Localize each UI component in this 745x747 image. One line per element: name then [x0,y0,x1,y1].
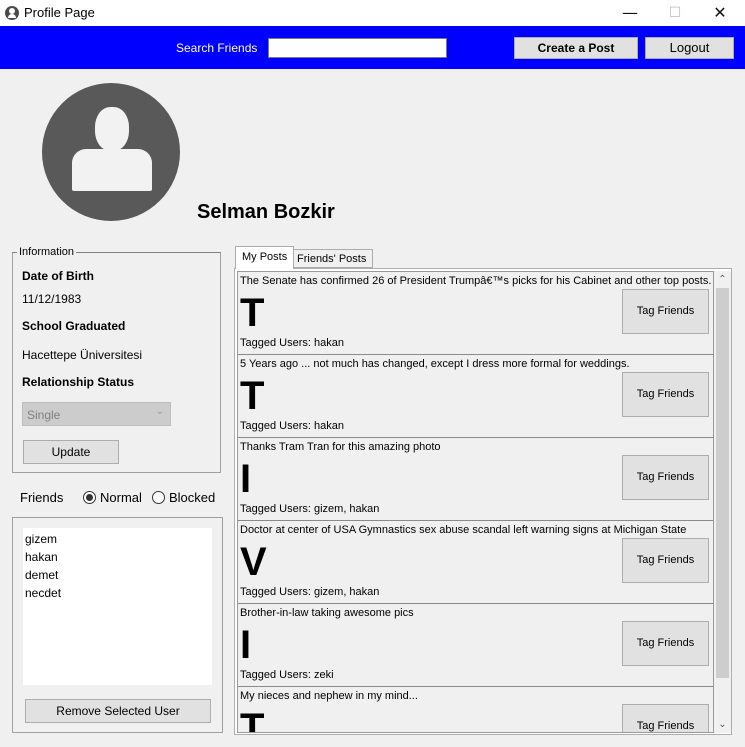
school-value: Hacettepe Üniversitesi [22,348,143,362]
header-bar: Search Friends Create a Post Logout [0,26,745,69]
tag-friends-button[interactable]: Tag Friends [622,372,709,417]
post-item: The Senate has confirmed 26 of President… [238,272,713,355]
information-legend: Information [17,246,77,258]
maximize-button[interactable]: ☐ [652,0,698,26]
posts-scrollbar[interactable]: ⌃ ⌄ [714,271,731,733]
post-tagged-users: Tagged Users: hakan [240,337,344,349]
post-text: Thanks Tram Tran for this amazing photo [240,441,441,453]
post-image-letter: I [240,457,252,501]
update-button[interactable]: Update [23,440,119,464]
search-friends-input[interactable] [268,38,447,58]
relationship-label: Relationship Status [22,375,135,389]
post-item: Thanks Tram Tran for this amazing photo … [238,438,713,521]
friends-label: Friends [20,490,64,505]
tag-friends-button[interactable]: Tag Friends [622,289,709,334]
post-text: The Senate has confirmed 26 of President… [240,275,712,287]
list-item[interactable]: gizem [25,532,57,546]
dob-value: 11/12/1983 [22,292,82,306]
create-post-button[interactable]: Create a Post [514,37,638,59]
radio-blocked[interactable]: Blocked [152,490,215,505]
avatar-body-shape [72,149,152,191]
avatar-head-shape [95,107,129,151]
remove-selected-user-button[interactable]: Remove Selected User [25,699,211,723]
post-image-letter: I [240,623,252,667]
post-item: My nieces and nephew in my mind... T Tag… [238,687,713,733]
radio-blocked-indicator[interactable] [152,491,165,504]
title-bar: Profile Page — ☐ ✕ [0,0,745,26]
profile-name: Selman Bozkir [197,201,335,223]
post-image-letter: T [240,706,265,733]
post-tagged-users: Tagged Users: gizem, hakan [240,586,380,598]
post-text: Brother-in-law taking awesome pics [240,607,414,619]
tag-friends-button[interactable]: Tag Friends [622,621,709,666]
post-tagged-users: Tagged Users: hakan [240,420,344,432]
chevron-down-icon: ⌄ [155,406,164,417]
radio-normal-label: Normal [100,490,142,505]
post-item: Doctor at center of USA Gymnastics sex a… [238,521,713,604]
tab-my-posts[interactable]: My Posts [235,246,295,269]
radio-normal[interactable]: Normal [83,490,142,505]
post-text: My nieces and nephew in my mind... [240,690,418,702]
post-item: Brother-in-law taking awesome pics I Tag… [238,604,713,687]
radio-blocked-label: Blocked [169,490,216,505]
search-friends-label: Search Friends [176,41,258,55]
tag-friends-button[interactable]: Tag Friends [622,455,709,500]
post-item: 5 Years ago ... not much has changed, ex… [238,355,713,438]
list-item[interactable]: necdet [25,586,61,600]
relationship-select[interactable]: Single ⌄ [22,402,171,426]
post-image-letter: V [240,540,267,584]
tag-friends-button[interactable]: Tag Friends [622,538,709,583]
scroll-thumb[interactable] [716,288,729,678]
list-item[interactable]: demet [25,568,58,582]
minimize-button[interactable]: — [607,0,653,26]
scroll-up-icon[interactable]: ⌃ [714,271,731,288]
posts-list[interactable]: The Senate has confirmed 26 of President… [237,271,714,733]
scroll-down-icon[interactable]: ⌄ [714,716,731,733]
radio-normal-indicator[interactable] [83,491,96,504]
tab-friends-posts[interactable]: Friends' Posts [290,249,374,268]
tag-friends-button[interactable]: Tag Friends [622,704,709,732]
post-image-letter: T [240,291,265,335]
list-item[interactable]: hakan [25,550,58,564]
avatar [42,83,180,221]
logout-button[interactable]: Logout [645,37,734,59]
relationship-select-value: Single [27,408,61,422]
close-button[interactable]: ✕ [697,0,743,26]
dob-label: Date of Birth [22,269,94,283]
post-text: Doctor at center of USA Gymnastics sex a… [240,524,687,536]
post-image-letter: T [240,374,265,418]
window-title: Profile Page [24,5,95,20]
school-label: School Graduated [22,319,126,333]
post-tagged-users: Tagged Users: gizem, hakan [240,503,380,515]
post-text: 5 Years ago ... not much has changed, ex… [240,358,630,370]
post-tagged-users: Tagged Users: zeki [240,669,334,681]
app-user-icon [5,6,19,20]
friends-list[interactable]: gizem hakan demet necdet [23,528,212,685]
